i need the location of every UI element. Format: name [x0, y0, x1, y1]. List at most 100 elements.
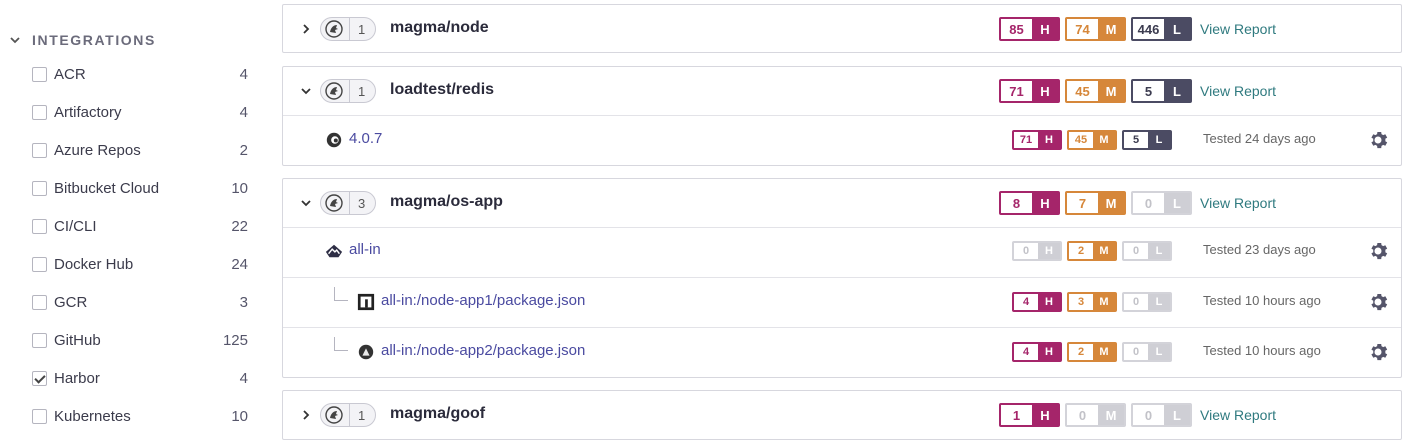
filter-label: Kubernetes — [54, 407, 131, 425]
low-severity-label: L — [1164, 19, 1190, 39]
filter-checkbox[interactable] — [32, 256, 47, 272]
project-header-row[interactable]: 1 magma/goof 1 H 0 M 0 L View Report — [283, 391, 1401, 439]
target-name[interactable]: all-in — [349, 241, 381, 258]
view-report-link[interactable]: View Report — [1200, 21, 1276, 37]
filter-checkbox[interactable] — [32, 180, 47, 196]
filter-count: 4 — [239, 65, 248, 83]
tested-timestamp: Tested 23 days ago — [1203, 242, 1316, 257]
integration-filter-azure-repos[interactable]: Azure Repos 2 — [32, 138, 248, 162]
filter-label: GCR — [54, 293, 88, 311]
project-header-row[interactable]: 1 magma/node 85 H 74 M 446 L View Report — [283, 5, 1401, 53]
severity-badges: 8H7M0L — [999, 191, 1197, 215]
high-count: 4 — [1014, 294, 1038, 310]
debian-icon — [326, 132, 342, 148]
npm-icon — [357, 293, 375, 311]
filter-checkbox[interactable] — [32, 104, 47, 120]
target-name[interactable]: all-in:/node-app2/package.json — [381, 342, 585, 359]
node-icon — [358, 344, 374, 360]
gear-icon[interactable] — [1368, 342, 1388, 362]
target-name[interactable]: 4.0.7 — [349, 130, 382, 147]
chevron-down-icon[interactable] — [299, 84, 313, 98]
pill-divider — [349, 192, 350, 214]
high-severity-badge: 85 H — [999, 17, 1060, 41]
high-severity-label: H — [1038, 132, 1060, 148]
low-severity-badge: 5L — [1122, 130, 1172, 150]
high-severity-label: H — [1032, 405, 1058, 425]
low-severity-badge: 5L — [1131, 79, 1192, 103]
gear-icon[interactable] — [1368, 130, 1388, 150]
target-name[interactable]: all-in:/node-app1/package.json — [381, 292, 585, 309]
medium-count: 45 — [1069, 132, 1093, 148]
filter-checkbox[interactable] — [32, 408, 47, 424]
integration-filter-github[interactable]: GitHub 125 — [32, 328, 248, 352]
target-count: 1 — [358, 83, 366, 99]
low-severity-label: L — [1164, 405, 1190, 425]
view-report-link[interactable]: View Report — [1200, 195, 1276, 211]
filter-checkbox[interactable] — [32, 218, 47, 234]
project-type-icon — [325, 20, 343, 38]
gear-icon[interactable] — [1368, 241, 1388, 261]
medium-severity-badge: 45 M — [1067, 130, 1117, 150]
medium-severity-label: M — [1098, 405, 1124, 425]
target-count: 1 — [358, 21, 366, 37]
chevron-right-icon[interactable] — [299, 22, 313, 36]
low-count: 0 — [1124, 294, 1148, 310]
low-count: 5 — [1133, 81, 1164, 101]
integrations-section-header[interactable]: INTEGRATIONS — [8, 30, 156, 50]
low-severity-label: L — [1148, 344, 1170, 360]
severity-badges: 71 H 45 M 5 L — [1012, 130, 1177, 150]
project-card: 3 magma/os-app 8 H 7 M 0 L View Report all-in 0 H 2 M… — [282, 178, 1402, 378]
filter-checkbox[interactable] — [32, 66, 47, 82]
chevron-right-icon[interactable] — [299, 408, 313, 422]
target-row: 4.0.7 71 H 45 M 5 L Tested 24 days ago — [283, 115, 1401, 165]
filter-label: GitHub — [54, 331, 101, 349]
severity-badges: 4H3M0L — [1012, 292, 1177, 312]
integration-filter-gcr[interactable]: GCR 3 — [32, 290, 248, 314]
filter-label: Harbor — [54, 369, 100, 387]
high-count: 71 — [1001, 81, 1032, 101]
target-count: 1 — [358, 407, 366, 423]
integration-filter-docker-hub[interactable]: Docker Hub 24 — [32, 252, 248, 276]
medium-severity-label: M — [1093, 132, 1115, 148]
filter-checkbox[interactable] — [32, 332, 47, 348]
medium-severity-label: M — [1098, 19, 1124, 39]
filter-checkbox[interactable] — [32, 294, 47, 310]
filter-checkbox[interactable] — [32, 142, 47, 158]
project-name[interactable]: magma/node — [390, 19, 489, 37]
integration-filter-ci-cli[interactable]: CI/CLI 22 — [32, 214, 248, 238]
high-severity-badge: 71 H — [1012, 130, 1062, 150]
low-severity-label: L — [1148, 132, 1170, 148]
integration-filter-acr[interactable]: ACR 4 — [32, 62, 248, 86]
integration-filter-harbor[interactable]: Harbor 4 — [32, 366, 248, 390]
project-type-icon — [325, 194, 343, 212]
section-title: INTEGRATIONS — [32, 32, 156, 48]
high-severity-badge: 4H — [1012, 342, 1062, 362]
low-count: 0 — [1133, 193, 1164, 213]
view-report-link[interactable]: View Report — [1200, 83, 1276, 99]
medium-count: 2 — [1069, 344, 1093, 360]
project-header-row[interactable]: 3 magma/os-app 8 H 7 M 0 L View Report — [283, 179, 1401, 227]
chevron-down-icon[interactable] — [299, 196, 313, 210]
filter-count: 4 — [239, 103, 248, 121]
integration-filter-bitbucket-cloud[interactable]: Bitbucket Cloud 10 — [32, 176, 248, 200]
medium-count: 7 — [1067, 193, 1098, 213]
gear-icon[interactable] — [1368, 292, 1388, 312]
project-header-row[interactable]: 1 loadtest/redis 71 H 45 M 5 L View Report — [283, 67, 1401, 115]
filter-label: ACR — [54, 65, 86, 83]
integration-filter-kubernetes[interactable]: Kubernetes 10 — [32, 404, 248, 428]
view-report-link[interactable]: View Report — [1200, 407, 1276, 423]
medium-severity-badge: 3M — [1067, 292, 1117, 312]
tested-timestamp: Tested 10 hours ago — [1203, 343, 1321, 358]
alpine-icon — [325, 244, 343, 258]
project-name[interactable]: loadtest/redis — [390, 81, 494, 99]
filter-label: Docker Hub — [54, 255, 134, 273]
pill-divider — [349, 80, 350, 102]
medium-severity-badge: 7M — [1065, 191, 1126, 215]
project-name[interactable]: magma/goof — [390, 405, 485, 423]
medium-severity-badge: 74 M — [1065, 17, 1126, 41]
project-name[interactable]: magma/os-app — [390, 193, 503, 211]
integration-filter-artifactory[interactable]: Artifactory 4 — [32, 100, 248, 124]
high-severity-label: H — [1038, 294, 1060, 310]
medium-count: 45 — [1067, 81, 1098, 101]
filter-checkbox[interactable] — [32, 370, 47, 386]
